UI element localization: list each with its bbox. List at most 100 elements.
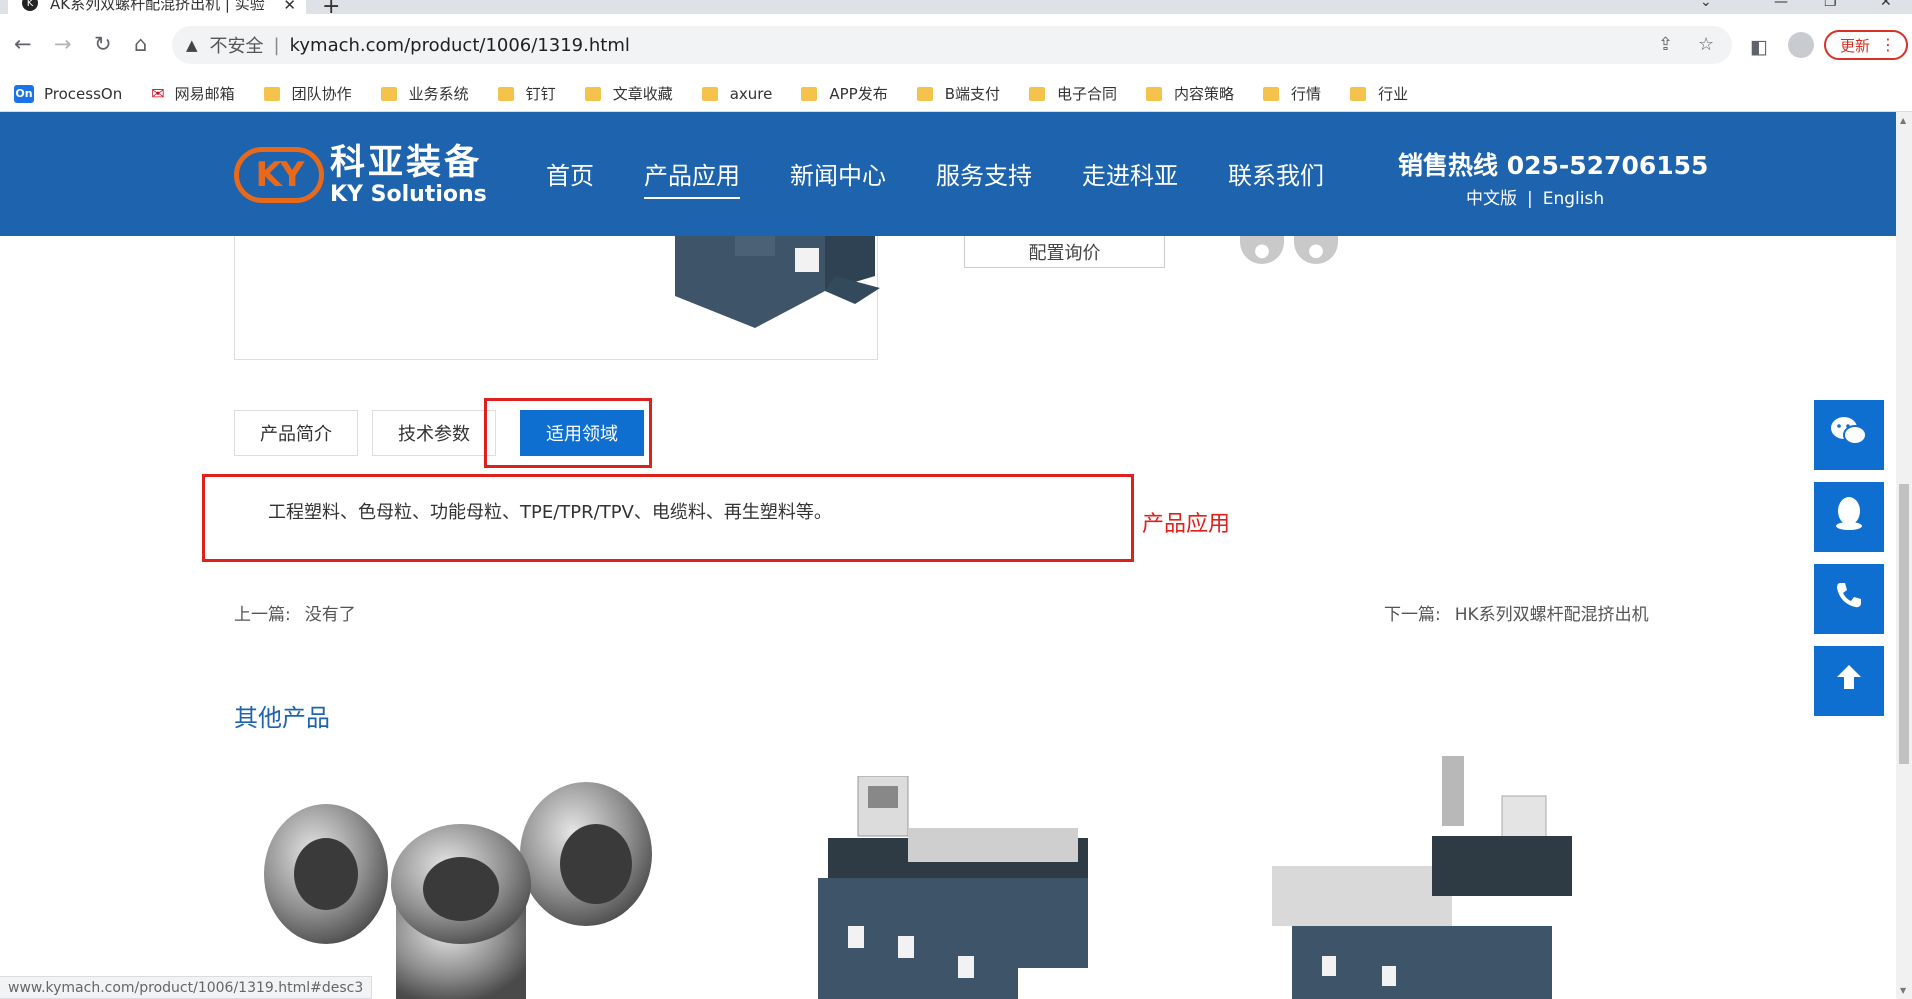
float-wechat-button[interactable] [1814, 400, 1884, 470]
browser-toolbar: ← → ↻ ⌂ ▲ 不安全 | kymach.com/product/1006/… [0, 14, 1912, 76]
folder-icon [701, 86, 718, 101]
scroll-down-icon[interactable]: ▼ [1900, 986, 1906, 995]
float-phone-button[interactable] [1814, 564, 1884, 634]
product-image [675, 236, 880, 328]
bookmark-label: 行业 [1378, 85, 1409, 103]
main-nav: 首页 产品应用 新闻中心 服务支持 走进科亚 联系我们 [546, 156, 1374, 199]
bookmark-item[interactable]: On ProcessOn [14, 84, 123, 103]
close-tab-icon[interactable]: ✕ [283, 0, 296, 14]
bookmark-item[interactable]: ✉ 网易邮箱 [151, 83, 234, 104]
application-text: 工程塑料、色母粒、功能母粒、TPE/TPR/TPV、电缆料、再生塑料等。 [268, 502, 832, 523]
bookmark-item[interactable]: 钉钉 [497, 83, 556, 104]
warning-icon[interactable]: ▲ [186, 36, 198, 54]
bookmark-label: axure [729, 84, 773, 103]
nav-products[interactable]: 产品应用 [644, 156, 740, 199]
folder-icon [1146, 86, 1163, 101]
bookmark-item[interactable]: 业务系统 [380, 83, 469, 104]
page-scrollbar[interactable]: ▲ ▼ [1896, 112, 1912, 999]
browser-tab[interactable]: K AK系列双螺杆配混挤出机 | 实验 ✕ [8, 0, 306, 14]
product-image-frame [234, 236, 880, 360]
bookmark-label: 行情 [1291, 85, 1322, 103]
bookmark-label: 电子合同 [1057, 85, 1118, 103]
bookmark-item[interactable]: 内容策略 [1146, 83, 1234, 104]
next-value[interactable]: HK系列双螺杆配混挤出机 [1455, 605, 1649, 625]
bookmark-label: 文章收藏 [612, 85, 673, 103]
wechat-share-icon[interactable]: ● [1294, 236, 1338, 264]
qq-share-icon[interactable]: ● [1240, 236, 1284, 264]
update-button[interactable]: 更新 ⋮ [1824, 30, 1908, 60]
bookmark-item[interactable]: axure [701, 84, 773, 103]
annotation-label: 产品应用 [1142, 512, 1231, 537]
phone-icon [1834, 580, 1864, 618]
wechat-icon [1830, 415, 1868, 455]
float-top-button[interactable] [1814, 646, 1884, 716]
other-products-title: 其他产品 [234, 704, 330, 732]
folder-icon [263, 86, 280, 101]
bookmark-item[interactable]: 行情 [1263, 83, 1321, 104]
folder-icon [1029, 86, 1046, 101]
bookmark-star-icon[interactable]: ☆ [1698, 34, 1714, 55]
bookmark-item[interactable]: 行业 [1350, 83, 1408, 104]
insecure-label[interactable]: 不安全 [210, 32, 264, 58]
scroll-thumb[interactable] [1899, 484, 1909, 764]
processon-icon: On [14, 84, 34, 103]
sales-hotline: 销售热线 025-52706155 [1398, 151, 1709, 180]
restore-icon[interactable]: ❐ [1824, 0, 1837, 10]
folder-icon [916, 86, 933, 101]
minimize-icon[interactable]: — [1774, 0, 1788, 10]
bookmark-item[interactable]: 文章收藏 [584, 83, 673, 104]
site-favicon-icon: K [22, 0, 38, 11]
forward-icon[interactable]: → [54, 34, 72, 55]
bookmark-item[interactable]: B端支付 [916, 83, 1001, 104]
next-label: 下一篇: [1384, 605, 1441, 625]
lang-cn-link[interactable]: 中文版 [1466, 189, 1517, 209]
bookmark-label: APP发布 [829, 85, 888, 103]
next-article[interactable]: 下一篇: HK系列双螺杆配混挤出机 [1384, 600, 1649, 625]
site-logo[interactable]: KY 科亚装备 KY Solutions [234, 144, 487, 206]
netease-mail-icon: ✉ [151, 84, 165, 103]
bookmark-label: 团队协作 [291, 85, 352, 103]
profile-avatar[interactable] [1788, 32, 1814, 58]
product-thumb-extruder-2[interactable] [1272, 756, 1572, 999]
bookmark-item[interactable]: 电子合同 [1029, 83, 1117, 104]
nav-home[interactable]: 首页 [546, 156, 594, 197]
prev-article[interactable]: 上一篇: 没有了 [234, 600, 356, 625]
back-icon[interactable]: ← [14, 34, 32, 55]
url-text[interactable]: kymach.com/product/1006/1319.html [290, 35, 630, 56]
more-menu-icon[interactable]: ⋮ [1880, 35, 1896, 54]
bookmark-item[interactable]: APP发布 [801, 83, 888, 104]
scroll-up-icon[interactable]: ▲ [1900, 116, 1906, 125]
bookmark-label: ProcessOn [44, 84, 123, 103]
language-switch: 中文版 | English [1466, 184, 1604, 209]
product-thumb-screw-elements[interactable] [256, 774, 666, 999]
qq-icon [1834, 496, 1864, 538]
arrow-up-icon [1834, 662, 1864, 700]
nav-about[interactable]: 走进科亚 [1082, 156, 1178, 197]
reload-icon[interactable]: ↻ [94, 34, 112, 55]
address-bar[interactable]: ▲ 不安全 | kymach.com/product/1006/1319.htm… [172, 26, 1732, 64]
product-thumb-extruder-1[interactable] [818, 776, 1098, 999]
float-qq-button[interactable] [1814, 482, 1884, 552]
tab-specs[interactable]: 技术参数 [372, 410, 496, 456]
prev-value[interactable]: 没有了 [305, 605, 356, 625]
side-panel-icon[interactable]: ◧ [1750, 36, 1768, 58]
bookmarks-bar: On ProcessOn ✉ 网易邮箱 团队协作 业务系统 钉钉 文章收藏 axure APP发布… [0, 76, 1912, 112]
prev-label: 上一篇: [234, 605, 291, 625]
nav-news[interactable]: 新闻中心 [790, 156, 886, 197]
tab-title: AK系列双螺杆配混挤出机 | 实验 [50, 0, 265, 13]
folder-icon [801, 86, 818, 101]
share-icon[interactable]: ⇪ [1658, 34, 1673, 55]
nav-service[interactable]: 服务支持 [936, 156, 1032, 197]
nav-contact[interactable]: 联系我们 [1228, 156, 1324, 197]
tab-search-icon[interactable]: ⌄ [1700, 0, 1712, 10]
tab-intro[interactable]: 产品简介 [234, 410, 358, 456]
lang-en-link[interactable]: English [1543, 189, 1604, 209]
status-url-bubble: www.kymach.com/product/1006/1319.html#de… [0, 976, 373, 999]
bookmark-label: 内容策略 [1174, 85, 1235, 103]
folder-icon [497, 86, 514, 101]
bookmark-item[interactable]: 团队协作 [263, 83, 352, 104]
close-window-icon[interactable]: ✕ [1880, 0, 1892, 10]
home-icon[interactable]: ⌂ [134, 34, 147, 55]
quote-button[interactable]: 配置询价 [964, 236, 1165, 268]
bookmark-label: B端支付 [944, 85, 1001, 103]
